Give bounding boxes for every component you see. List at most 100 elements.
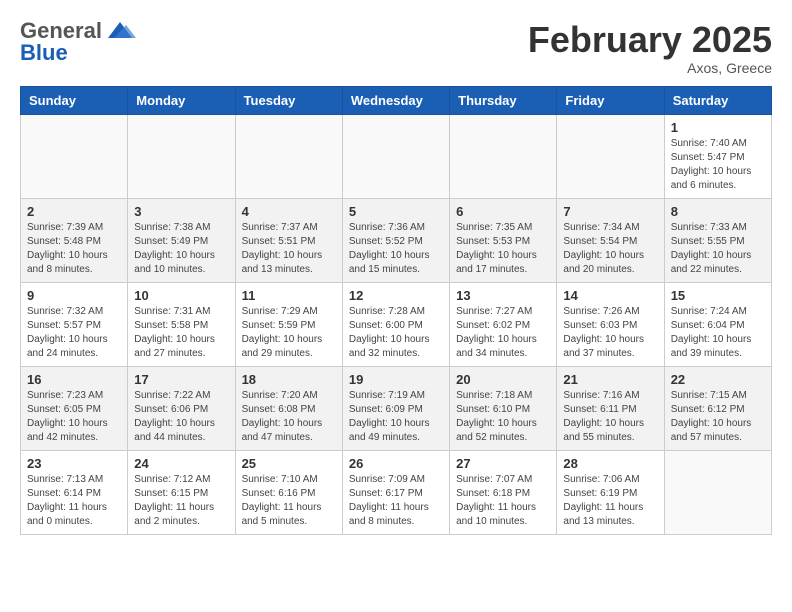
calendar-cell: 10Sunrise: 7:31 AM Sunset: 5:58 PM Dayli…: [128, 282, 235, 366]
calendar-week-3: 9 Sunrise: 7:32 AM Sunset: 5:57 PM Daylig…: [21, 282, 772, 366]
calendar-cell: 16 Sunrise: 7:23 AM Sunset: 6:05 PM Dayli…: [21, 366, 128, 450]
calendar-cell: [557, 114, 664, 198]
calendar-cell: 15 Sunrise: 7:24 AM Sunset: 6:04 PM Dayli…: [664, 282, 771, 366]
day-info: Sunrise: 7:27 AM Sunset: 6:02 PM Dayligh…: [456, 305, 550, 361]
calendar-cell: 27 Sunrise: 7:07 AM Sunset: 6:18 PM Dayli…: [450, 450, 557, 534]
weekday-header-thursday: Thursday: [450, 86, 557, 114]
calendar-cell: 3 Sunrise: 7:38 AM Sunset: 5:49 PM Daylig…: [128, 198, 235, 282]
calendar-cell: 12 Sunrise: 7:28 AM Sunset: 6:00 PM Dayli…: [342, 282, 449, 366]
day-info: Sunrise: 7:36 AM Sunset: 5:52 PM Dayligh…: [349, 221, 443, 277]
weekday-header-tuesday: Tuesday: [235, 86, 342, 114]
day-number: 22: [671, 372, 765, 387]
day-info: Sunrise: 7:40 AM Sunset: 5:47 PM Dayligh…: [671, 137, 765, 193]
day-number: 8: [671, 204, 765, 219]
day-number: 16: [27, 372, 121, 387]
calendar-cell: [450, 114, 557, 198]
calendar-cell: 25 Sunrise: 7:10 AM Sunset: 6:16 PM Dayli…: [235, 450, 342, 534]
day-number: 10: [134, 288, 228, 303]
day-info: Sunrise: 7:35 AM Sunset: 5:53 PM Dayligh…: [456, 221, 550, 277]
day-number: 14: [563, 288, 657, 303]
weekday-header-sunday: Sunday: [21, 86, 128, 114]
day-info: Sunrise: 7:13 AM Sunset: 6:14 PM Dayligh…: [27, 473, 121, 529]
day-number: 17: [134, 372, 228, 387]
calendar-cell: 6 Sunrise: 7:35 AM Sunset: 5:53 PM Daylig…: [450, 198, 557, 282]
day-number: 13: [456, 288, 550, 303]
day-info: Sunrise: 7:15 AM Sunset: 6:12 PM Dayligh…: [671, 389, 765, 445]
title-block: February 2025 Axos, Greece: [528, 20, 772, 76]
day-info: Sunrise: 7:12 AM Sunset: 6:15 PM Dayligh…: [134, 473, 228, 529]
calendar-cell: 17 Sunrise: 7:22 AM Sunset: 6:06 PM Dayli…: [128, 366, 235, 450]
day-info: Sunrise: 7:22 AM Sunset: 6:06 PM Dayligh…: [134, 389, 228, 445]
day-number: 11: [242, 288, 336, 303]
calendar-cell: 14Sunrise: 7:26 AM Sunset: 6:03 PM Dayli…: [557, 282, 664, 366]
day-info: Sunrise: 7:39 AM Sunset: 5:48 PM Dayligh…: [27, 221, 121, 277]
day-info: Sunrise: 7:32 AM Sunset: 5:57 PM Dayligh…: [27, 305, 121, 361]
day-info: Sunrise: 7:38 AM Sunset: 5:49 PM Dayligh…: [134, 221, 228, 277]
day-info: Sunrise: 7:37 AM Sunset: 5:51 PM Dayligh…: [242, 221, 336, 277]
calendar-cell: 5 Sunrise: 7:36 AM Sunset: 5:52 PM Daylig…: [342, 198, 449, 282]
day-number: 15: [671, 288, 765, 303]
calendar-cell: 4 Sunrise: 7:37 AM Sunset: 5:51 PM Daylig…: [235, 198, 342, 282]
day-info: Sunrise: 7:23 AM Sunset: 6:05 PM Dayligh…: [27, 389, 121, 445]
logo-block: General Blue: [20, 20, 136, 64]
calendar-cell: 22 Sunrise: 7:15 AM Sunset: 6:12 PM Dayli…: [664, 366, 771, 450]
day-number: 7: [563, 204, 657, 219]
day-info: Sunrise: 7:34 AM Sunset: 5:54 PM Dayligh…: [563, 221, 657, 277]
calendar-week-4: 16 Sunrise: 7:23 AM Sunset: 6:05 PM Dayli…: [21, 366, 772, 450]
day-number: 25: [242, 456, 336, 471]
day-number: 3: [134, 204, 228, 219]
day-number: 6: [456, 204, 550, 219]
day-number: 5: [349, 204, 443, 219]
day-info: Sunrise: 7:10 AM Sunset: 6:16 PM Dayligh…: [242, 473, 336, 529]
calendar-cell: 20Sunrise: 7:18 AM Sunset: 6:10 PM Dayli…: [450, 366, 557, 450]
day-info: Sunrise: 7:18 AM Sunset: 6:10 PM Dayligh…: [456, 389, 550, 445]
location-subtitle: Axos, Greece: [528, 60, 772, 76]
day-info: Sunrise: 7:07 AM Sunset: 6:18 PM Dayligh…: [456, 473, 550, 529]
day-number: 23: [27, 456, 121, 471]
month-year-title: February 2025: [528, 20, 772, 60]
calendar-week-5: 23 Sunrise: 7:13 AM Sunset: 6:14 PM Dayli…: [21, 450, 772, 534]
logo-icon: [104, 20, 136, 42]
calendar-cell: 2Sunrise: 7:39 AM Sunset: 5:48 PM Daylig…: [21, 198, 128, 282]
day-info: Sunrise: 7:33 AM Sunset: 5:55 PM Dayligh…: [671, 221, 765, 277]
day-number: 1: [671, 120, 765, 135]
day-number: 12: [349, 288, 443, 303]
day-number: 4: [242, 204, 336, 219]
calendar-cell: [235, 114, 342, 198]
calendar-cell: [128, 114, 235, 198]
day-info: Sunrise: 7:28 AM Sunset: 6:00 PM Dayligh…: [349, 305, 443, 361]
day-info: Sunrise: 7:09 AM Sunset: 6:17 PM Dayligh…: [349, 473, 443, 529]
calendar-cell: 8 Sunrise: 7:33 AM Sunset: 5:55 PM Daylig…: [664, 198, 771, 282]
calendar-cell: 11 Sunrise: 7:29 AM Sunset: 5:59 PM Dayli…: [235, 282, 342, 366]
calendar-cell: 26 Sunrise: 7:09 AM Sunset: 6:17 PM Dayli…: [342, 450, 449, 534]
calendar-cell: 9 Sunrise: 7:32 AM Sunset: 5:57 PM Daylig…: [21, 282, 128, 366]
day-number: 28: [563, 456, 657, 471]
day-number: 21: [563, 372, 657, 387]
day-number: 19: [349, 372, 443, 387]
calendar-week-2: 2Sunrise: 7:39 AM Sunset: 5:48 PM Daylig…: [21, 198, 772, 282]
day-info: Sunrise: 7:19 AM Sunset: 6:09 PM Dayligh…: [349, 389, 443, 445]
calendar-cell: 19 Sunrise: 7:19 AM Sunset: 6:09 PM Dayli…: [342, 366, 449, 450]
logo: General Blue: [20, 20, 136, 64]
day-number: 24: [134, 456, 228, 471]
weekday-header-monday: Monday: [128, 86, 235, 114]
day-info: Sunrise: 7:16 AM Sunset: 6:11 PM Dayligh…: [563, 389, 657, 445]
day-number: 26: [349, 456, 443, 471]
day-info: Sunrise: 7:20 AM Sunset: 6:08 PM Dayligh…: [242, 389, 336, 445]
calendar-cell: 24 Sunrise: 7:12 AM Sunset: 6:15 PM Dayli…: [128, 450, 235, 534]
logo-blue-text: Blue: [20, 42, 68, 64]
day-number: 27: [456, 456, 550, 471]
calendar-cell: [21, 114, 128, 198]
calendar-week-1: 1 Sunrise: 7:40 AM Sunset: 5:47 PM Daylig…: [21, 114, 772, 198]
day-info: Sunrise: 7:06 AM Sunset: 6:19 PM Dayligh…: [563, 473, 657, 529]
day-info: Sunrise: 7:29 AM Sunset: 5:59 PM Dayligh…: [242, 305, 336, 361]
calendar-table: SundayMondayTuesdayWednesdayThursdayFrid…: [20, 86, 772, 535]
calendar-cell: 13 Sunrise: 7:27 AM Sunset: 6:02 PM Dayli…: [450, 282, 557, 366]
weekday-header-row: SundayMondayTuesdayWednesdayThursdayFrid…: [21, 86, 772, 114]
calendar-cell: [342, 114, 449, 198]
day-number: 9: [27, 288, 121, 303]
calendar-cell: 21 Sunrise: 7:16 AM Sunset: 6:11 PM Dayli…: [557, 366, 664, 450]
day-info: Sunrise: 7:24 AM Sunset: 6:04 PM Dayligh…: [671, 305, 765, 361]
weekday-header-wednesday: Wednesday: [342, 86, 449, 114]
calendar-cell: 28 Sunrise: 7:06 AM Sunset: 6:19 PM Dayli…: [557, 450, 664, 534]
